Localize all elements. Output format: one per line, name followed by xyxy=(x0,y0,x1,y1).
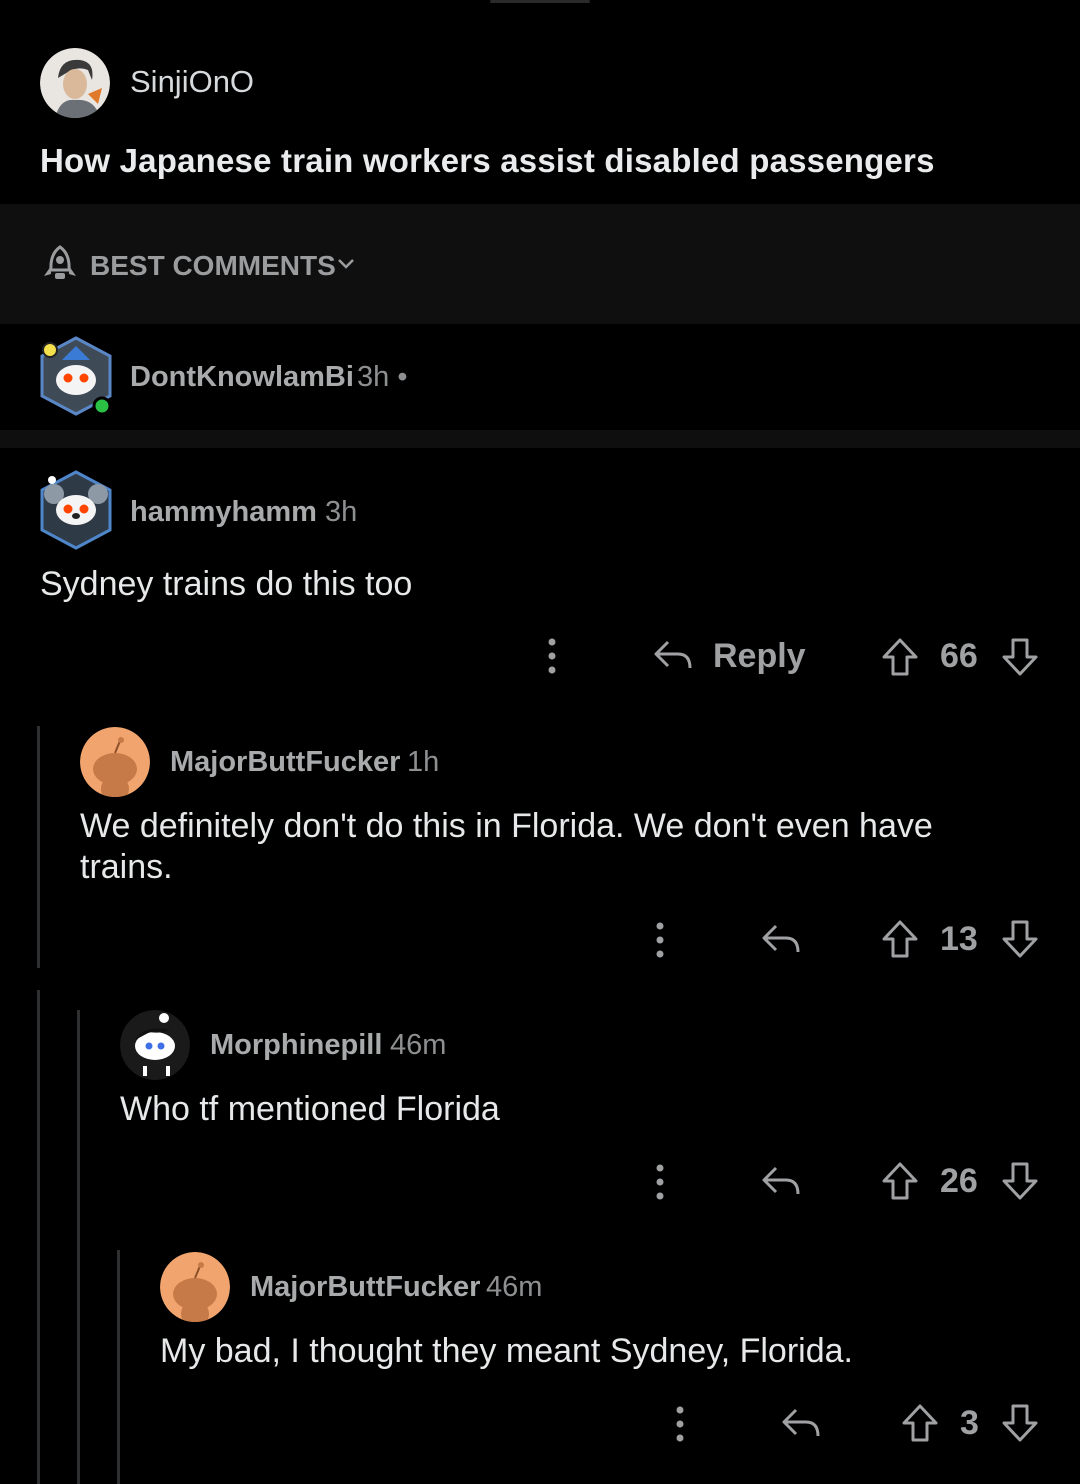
collapsed-comment-avatar[interactable] xyxy=(38,334,118,420)
default-snoo-avatar-icon xyxy=(160,1252,230,1322)
drag-handle[interactable] xyxy=(490,0,590,3)
post-author-name[interactable]: SinjiOnO xyxy=(130,64,254,100)
reply-icon[interactable] xyxy=(652,636,694,681)
comment-username[interactable]: MajorButtFucker xyxy=(170,746,400,779)
rocket-icon xyxy=(40,244,80,289)
more-options-icon[interactable] xyxy=(648,1162,672,1207)
snoo-avatar-icon xyxy=(40,336,112,416)
vote-score: 3 xyxy=(960,1404,979,1442)
reply-icon[interactable] xyxy=(760,1162,802,1207)
upvote-icon[interactable] xyxy=(880,636,920,683)
person-avatar-icon xyxy=(40,48,110,118)
sort-button-label[interactable]: BEST COMMENTS xyxy=(90,250,336,282)
comment-avatar[interactable] xyxy=(38,468,118,554)
comment-body: trains. xyxy=(80,848,173,886)
vote-score: 13 xyxy=(940,920,978,958)
comment-body: Who tf mentioned Florida xyxy=(120,1090,500,1128)
comment-avatar[interactable] xyxy=(160,1252,230,1322)
downvote-icon[interactable] xyxy=(1000,636,1040,683)
comment-body: We definitely don't do this in Florida. … xyxy=(80,807,933,845)
thread-line[interactable] xyxy=(37,990,40,1484)
vote-score: 66 xyxy=(940,637,978,675)
downvote-icon[interactable] xyxy=(1000,1160,1040,1207)
comment-time: 46m xyxy=(390,1029,447,1061)
comment-body: My bad, I thought they meant Sydney, Flo… xyxy=(160,1332,853,1370)
upvote-icon[interactable] xyxy=(900,1402,940,1449)
reply-icon[interactable] xyxy=(760,920,802,965)
collapsed-comment-time: 3h • xyxy=(357,361,408,393)
comment-username[interactable]: MajorButtFucker xyxy=(250,1271,480,1304)
snoo-avatar-icon xyxy=(120,1010,190,1080)
comment-time: 3h xyxy=(325,496,358,528)
vote-score: 26 xyxy=(940,1162,978,1200)
comment-username[interactable]: Morphinepill xyxy=(210,1029,382,1062)
upvote-icon[interactable] xyxy=(880,1160,920,1207)
collapsed-comment-username[interactable]: DontKnowlamBi xyxy=(130,361,354,394)
divider xyxy=(0,430,1080,448)
comment-time: 1h xyxy=(407,746,440,778)
comment-avatar[interactable] xyxy=(120,1010,190,1080)
thread-line[interactable] xyxy=(37,726,40,968)
more-options-icon[interactable] xyxy=(648,920,672,965)
chevron-down-icon[interactable] xyxy=(336,256,356,277)
upvote-icon[interactable] xyxy=(880,918,920,965)
thread-line[interactable] xyxy=(117,1250,120,1484)
reply-icon[interactable] xyxy=(780,1404,822,1449)
snoo-koala-avatar-icon xyxy=(40,470,112,550)
more-options-icon[interactable] xyxy=(540,636,564,681)
thread-line[interactable] xyxy=(77,1010,80,1484)
comment-username[interactable]: hammyhamm xyxy=(130,496,317,529)
reply-button[interactable]: Reply xyxy=(713,637,806,676)
post-author-avatar[interactable] xyxy=(40,48,110,118)
comment-body: Sydney trains do this too xyxy=(40,565,413,603)
post-title: How Japanese train workers assist disabl… xyxy=(40,142,935,179)
downvote-icon[interactable] xyxy=(1000,1402,1040,1449)
downvote-icon[interactable] xyxy=(1000,918,1040,965)
comment-time: 46m xyxy=(486,1271,543,1303)
default-snoo-avatar-icon xyxy=(80,727,150,797)
more-options-icon[interactable] xyxy=(668,1404,692,1449)
comment-avatar[interactable] xyxy=(80,727,150,797)
